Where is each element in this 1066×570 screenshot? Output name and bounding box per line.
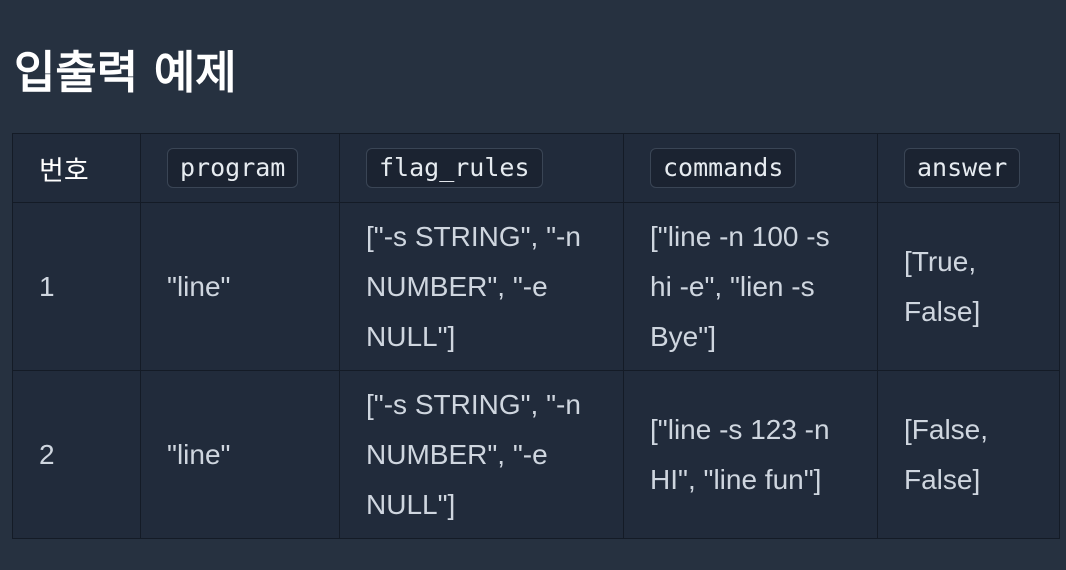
header-flag-rules: flag_rules (339, 133, 624, 203)
header-program-code: program (167, 148, 299, 188)
header-answer-code: answer (904, 148, 1021, 188)
cell-program: "line" (140, 202, 340, 371)
cell-flag-rules: ["-s STRING", "-n NUMBER", "-e NULL"] (339, 370, 624, 539)
header-commands: commands (623, 133, 878, 203)
cell-number: 1 (12, 202, 141, 371)
cell-commands: ["line -s 123 -n HI", "line fun"] (623, 370, 878, 539)
io-example-table: 번호 program flag_rules commands answer 1 … (12, 133, 1060, 539)
table-header-row: 번호 program flag_rules commands answer (12, 133, 1060, 203)
header-program: program (140, 133, 340, 203)
cell-commands: ["line -n 100 -s hi -e", "lien -s Bye"] (623, 202, 878, 371)
section-title: 입출력 예제 (14, 46, 237, 99)
cell-program: "line" (140, 370, 340, 539)
table-row: 2 "line" ["-s STRING", "-n NUMBER", "-e … (12, 370, 1060, 539)
header-commands-code: commands (650, 148, 797, 188)
header-answer: answer (877, 133, 1060, 203)
cell-answer: [False, False] (877, 370, 1060, 539)
cell-answer: [True, False] (877, 202, 1060, 371)
header-flag-rules-code: flag_rules (366, 148, 543, 188)
cell-flag-rules: ["-s STRING", "-n NUMBER", "-e NULL"] (339, 202, 624, 371)
header-number: 번호 (12, 133, 141, 203)
table-row: 1 "line" ["-s STRING", "-n NUMBER", "-e … (12, 202, 1060, 371)
cell-number: 2 (12, 370, 141, 539)
